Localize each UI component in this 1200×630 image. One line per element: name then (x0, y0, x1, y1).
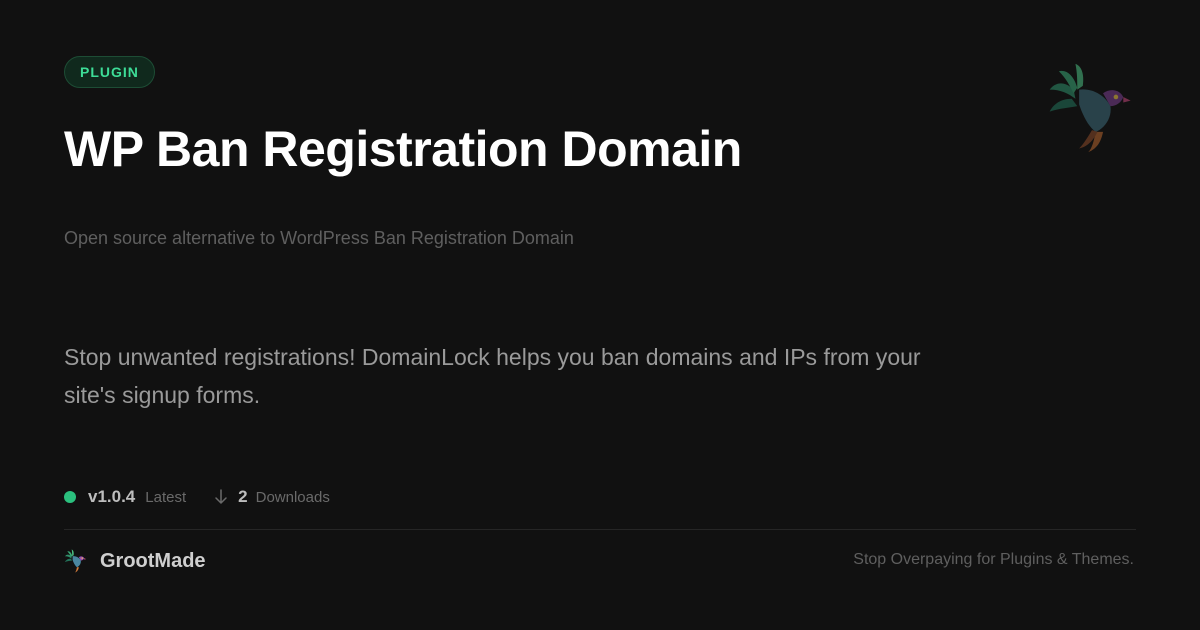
page-subtitle: Open source alternative to WordPress Ban… (64, 228, 574, 248)
plugin-badge: PLUGIN (64, 56, 155, 88)
arrow-down-icon (214, 489, 228, 505)
bird-logo-icon (1049, 63, 1131, 153)
status-dot (64, 491, 76, 503)
footer-divider (64, 529, 1136, 530)
bird-logo-icon (64, 549, 88, 573)
downloads-label: Downloads (255, 488, 330, 506)
page-title: WP Ban Registration Domain (64, 121, 742, 177)
brand-tagline: Stop Overpaying for Plugins & Themes. (853, 551, 1134, 568)
brand-name: GrootMade (100, 549, 206, 572)
version-tag: Latest (145, 488, 187, 506)
version-number: v1.0.4 (88, 487, 136, 506)
plugin-description: Stop unwanted registrations! DomainLock … (64, 344, 921, 408)
brand[interactable]: GrootMade (64, 547, 206, 575)
release-meta: v1.0.4 Latest 2 Downloads (64, 485, 330, 509)
download-count: 2 (238, 487, 248, 506)
